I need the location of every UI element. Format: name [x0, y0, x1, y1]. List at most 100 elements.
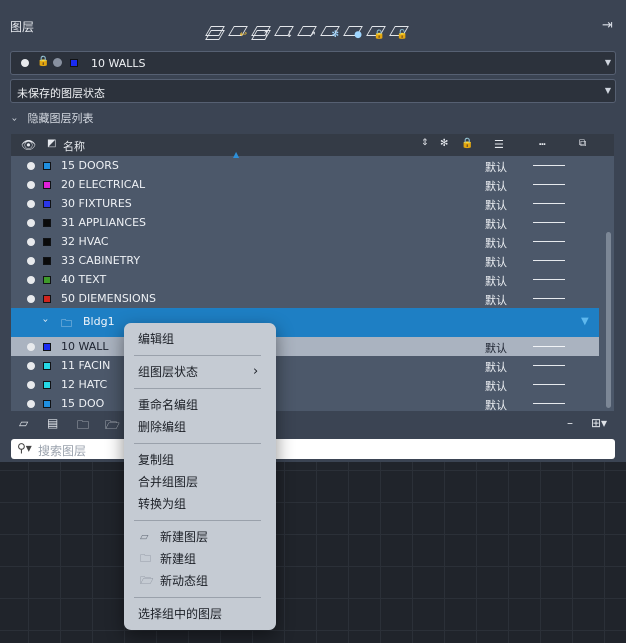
visibility-icon[interactable]: [27, 200, 35, 208]
vertical-scrollbar[interactable]: [606, 232, 611, 408]
menu-item-rename-group[interactable]: 重命名编组: [138, 396, 198, 414]
lineweight-default[interactable]: 默认: [485, 178, 507, 194]
menu-item-edit-group[interactable]: 编辑组: [138, 330, 174, 348]
layer-color-swatch[interactable]: [43, 381, 51, 389]
layer-freeze-icon[interactable]: ✻: [320, 22, 340, 40]
visibility-icon[interactable]: [27, 276, 35, 284]
table-row[interactable]: 33 CABINETRY 默认: [11, 251, 599, 270]
current-layer-dropdown[interactable]: 🔒 10 WALLS ▼: [10, 51, 616, 75]
lineweight-default[interactable]: 默认: [485, 273, 507, 289]
layer-color-swatch[interactable]: [43, 343, 51, 351]
menu-item-copy-group[interactable]: 复制组: [138, 451, 174, 469]
new-group-icon[interactable]: 🗀: [77, 416, 89, 437]
linetype-column-icon[interactable]: ┅: [539, 138, 546, 151]
lineweight-default[interactable]: 默认: [485, 397, 507, 413]
layer-color-swatch[interactable]: [43, 257, 51, 265]
column-name[interactable]: 名称: [63, 138, 85, 154]
search-layers-input[interactable]: ⚲▾ 搜索图层: [11, 439, 615, 459]
visibility-icon[interactable]: [27, 400, 35, 408]
visibility-icon[interactable]: [27, 362, 35, 370]
lineweight-default[interactable]: 默认: [485, 216, 507, 232]
linetype-preview[interactable]: [533, 260, 565, 261]
layer-previous-icon[interactable]: ↩: [228, 22, 248, 40]
layer-color-swatch[interactable]: [43, 238, 51, 246]
menu-item-delete-group[interactable]: 删除编组: [138, 418, 186, 436]
layer-on-icon[interactable]: ●: [343, 22, 363, 40]
drawing-canvas[interactable]: [0, 462, 626, 643]
plot-column-icon[interactable]: ⧉: [579, 138, 586, 149]
linetype-preview[interactable]: [533, 298, 565, 299]
new-layer-icon[interactable]: ▱: [19, 416, 28, 430]
lineweight-default[interactable]: 默认: [485, 235, 507, 251]
layer-match-icon[interactable]: [205, 22, 225, 40]
new-layer-vp-frozen-icon[interactable]: ▤: [47, 416, 58, 430]
table-row[interactable]: 40 TEXT 默认: [11, 270, 599, 289]
menu-item-new-layer[interactable]: 新建图层: [160, 528, 208, 546]
lineweight-default[interactable]: 默认: [485, 359, 507, 375]
linetype-preview[interactable]: [533, 222, 565, 223]
linetype-preview[interactable]: [533, 346, 565, 347]
freeze-column-icon[interactable]: ✻: [440, 138, 448, 149]
lineweight-column-icon[interactable]: ☰: [494, 138, 504, 151]
lineweight-default[interactable]: 默认: [485, 159, 507, 175]
visibility-icon[interactable]: [27, 238, 35, 246]
linetype-preview[interactable]: [533, 384, 565, 385]
visibility-icon[interactable]: [27, 257, 35, 265]
layer-color-swatch[interactable]: [43, 400, 51, 408]
menu-item-new-dynamic-group[interactable]: 新动态组: [160, 572, 208, 590]
linetype-preview[interactable]: [533, 165, 565, 166]
collapse-icon[interactable]: –: [567, 416, 573, 430]
menu-item-select-group-layers[interactable]: 选择组中的图层: [138, 605, 222, 623]
linetype-preview[interactable]: [533, 203, 565, 204]
lineweight-default[interactable]: 默认: [485, 340, 507, 356]
columns-icon[interactable]: ⊞▾: [591, 416, 607, 430]
layer-color-swatch[interactable]: [43, 200, 51, 208]
layer-isolate-icon[interactable]: ↑: [251, 22, 271, 40]
table-row[interactable]: 31 APPLIANCES 默认: [11, 213, 599, 232]
eye-icon[interactable]: 👁: [21, 138, 36, 152]
lineweight-default[interactable]: 默认: [485, 197, 507, 213]
layer-state-dropdown[interactable]: 未保存的图层状态 ▼: [10, 79, 616, 103]
linetype-preview[interactable]: [533, 365, 565, 366]
linetype-preview[interactable]: [533, 403, 565, 404]
layer-off-icon[interactable]: ↗: [297, 22, 317, 40]
menu-item-convert-to-group[interactable]: 转换为组: [138, 495, 186, 513]
group-row-bldg1[interactable]: › 🗀 Bldg1 ▼: [11, 308, 599, 337]
layer-color-swatch[interactable]: [43, 295, 51, 303]
table-row[interactable]: 15 DOORS 默认: [11, 156, 599, 175]
visibility-icon[interactable]: [27, 295, 35, 303]
lineweight-default[interactable]: 默认: [485, 378, 507, 394]
table-row[interactable]: 50 DIEMENSIONS 默认: [11, 289, 599, 308]
layer-color-swatch[interactable]: [43, 162, 51, 170]
layer-color-swatch[interactable]: [43, 219, 51, 227]
pin-icon[interactable]: ⇥: [602, 18, 613, 33]
table-row[interactable]: 20 ELECTRICAL 默认: [11, 175, 599, 194]
menu-item-new-group[interactable]: 新建组: [160, 550, 196, 568]
linetype-preview[interactable]: [533, 184, 565, 185]
visibility-icon[interactable]: [27, 343, 35, 351]
lock-column-icon[interactable]: 🔒: [461, 138, 473, 149]
menu-item-merge-group-layers[interactable]: 合并组图层: [138, 473, 198, 491]
visibility-icon[interactable]: [27, 181, 35, 189]
hide-layer-list-toggle[interactable]: › 隐藏图层列表: [9, 110, 94, 126]
table-row[interactable]: 10 WALL 默认: [11, 337, 599, 356]
layer-color-swatch[interactable]: [43, 362, 51, 370]
linetype-preview[interactable]: [533, 279, 565, 280]
visibility-icon[interactable]: [27, 381, 35, 389]
visibility-icon[interactable]: [27, 162, 35, 170]
table-row[interactable]: 15 DOO 默认: [11, 394, 599, 413]
lineweight-default[interactable]: 默认: [485, 292, 507, 308]
linetype-preview[interactable]: [533, 241, 565, 242]
chevron-down-icon[interactable]: ›: [40, 319, 51, 323]
table-row[interactable]: 32 HVAC 默认: [11, 232, 599, 251]
table-row[interactable]: 30 FIXTURES 默认: [11, 194, 599, 213]
menu-item-group-layer-state[interactable]: 组图层状态: [138, 363, 198, 381]
table-row[interactable]: 11 FACIN 默认: [11, 356, 599, 375]
layer-unlock-icon[interactable]: 🔓: [389, 22, 409, 40]
layer-color-swatch[interactable]: [43, 276, 51, 284]
sort-icon[interactable]: ⇕: [421, 138, 429, 148]
lineweight-default[interactable]: 默认: [485, 254, 507, 270]
layer-unisolate-icon[interactable]: ↓: [274, 22, 294, 40]
layer-lock-icon[interactable]: 🔒: [366, 22, 386, 40]
table-row[interactable]: 12 HATC 默认: [11, 375, 599, 394]
